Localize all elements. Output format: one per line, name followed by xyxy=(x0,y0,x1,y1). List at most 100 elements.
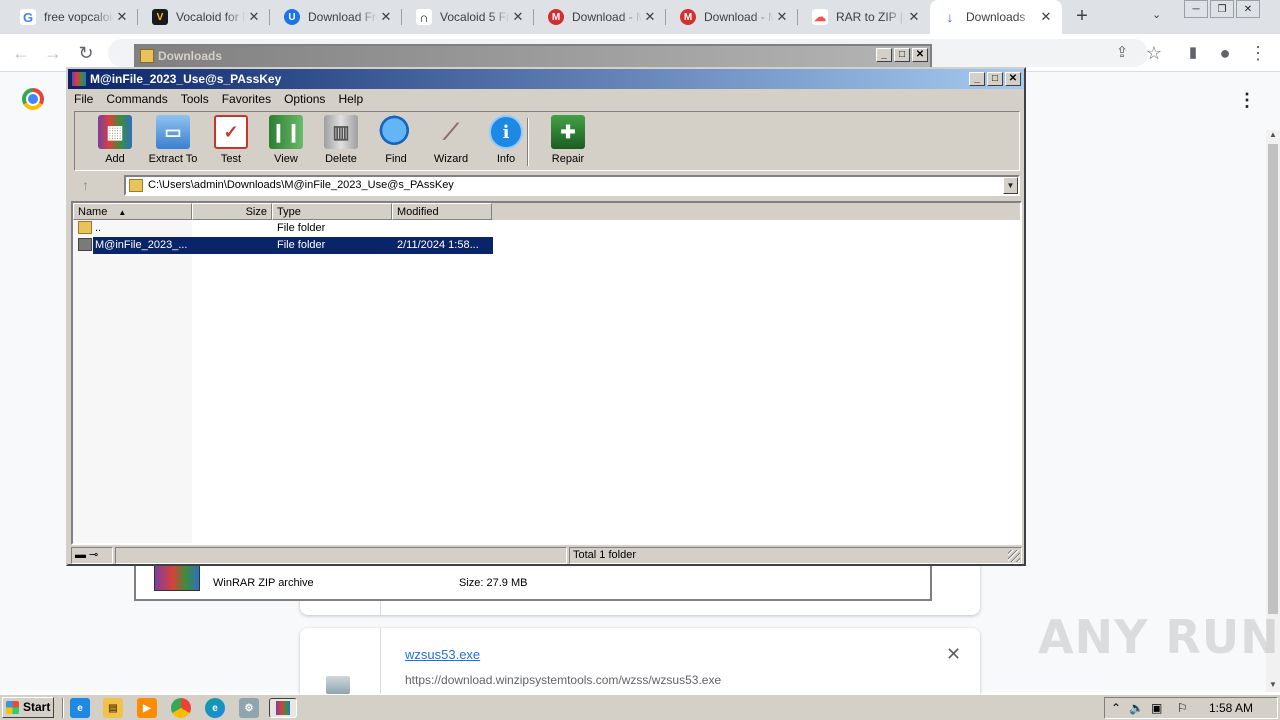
close-tab-icon[interactable]: ✕ xyxy=(906,9,922,25)
action-center-flag-icon[interactable]: ⚐ xyxy=(1177,701,1188,715)
network-icon[interactable]: ▣ xyxy=(1151,701,1162,715)
more-options-icon[interactable]: ⋮ xyxy=(1238,90,1256,111)
close-tab-icon[interactable]: ✕ xyxy=(114,9,130,25)
row-type: File folder xyxy=(277,222,326,234)
browser-tab[interactable]: ☁ RAR to ZIP | C ✕ xyxy=(800,0,930,34)
internet-explorer-icon[interactable]: e xyxy=(70,698,90,718)
scroll-up-arrow-icon[interactable]: ▲ xyxy=(1266,130,1280,142)
column-label: Name xyxy=(78,206,108,218)
tab-title: Vocaloid for PC xyxy=(176,10,246,24)
path-combobox[interactable]: C:\Users\admin\Downloads\M@inFile_2023_U… xyxy=(124,175,1020,196)
window-controls: ─ ❐ ✕ xyxy=(1182,0,1260,20)
show-hidden-icons-icon[interactable]: ⌃ xyxy=(1111,701,1121,715)
download-url: https://download.winzipsystemtools.com/w… xyxy=(405,673,722,687)
tab-search-chevron-icon[interactable]: ⌄ xyxy=(1152,8,1161,21)
close-tab-icon[interactable]: ✕ xyxy=(510,9,526,25)
chrome-menu-icon[interactable]: ⋮ xyxy=(1247,42,1269,64)
close-icon[interactable]: ✕ xyxy=(1236,0,1260,18)
close-tab-icon[interactable]: ✕ xyxy=(642,9,658,25)
toolbar-separator xyxy=(527,118,529,166)
close-icon[interactable]: ✕ xyxy=(912,48,928,62)
vocaloid-icon: V xyxy=(152,9,168,25)
close-tab-icon[interactable]: ✕ xyxy=(1038,9,1054,25)
browser-tab[interactable]: M Download - Mi ✕ xyxy=(536,0,666,34)
remove-download-icon[interactable]: ✕ xyxy=(946,644,961,665)
explorer-file-details: WinRAR ZIP archive Size: 27.9 MB xyxy=(136,565,930,599)
tool-label: View xyxy=(274,153,298,165)
media-player-icon[interactable]: ▶ xyxy=(137,698,157,718)
forward-arrow-icon[interactable]: → xyxy=(42,42,64,64)
column-header-size[interactable]: Size xyxy=(192,203,272,220)
menu-tools[interactable]: Tools xyxy=(181,92,209,106)
edge-icon[interactable]: e xyxy=(205,698,225,718)
name-column-background xyxy=(73,220,192,543)
menu-commands[interactable]: Commands xyxy=(106,92,167,106)
close-tab-icon[interactable]: ✕ xyxy=(774,9,790,25)
view-button[interactable]: ❙❙ View xyxy=(256,115,316,169)
back-arrow-icon[interactable]: ← xyxy=(10,42,32,64)
tool-label: Repair xyxy=(551,153,585,165)
tab-title: Download - Mi xyxy=(572,10,642,24)
minimize-icon[interactable]: _ xyxy=(969,72,985,86)
winrar-taskbar-button[interactable] xyxy=(269,698,297,718)
browser-tab[interactable]: M Download - Mi ✕ xyxy=(668,0,798,34)
scrollbar-thumb[interactable] xyxy=(1268,144,1278,614)
chrome-taskbar-icon[interactable] xyxy=(171,698,191,718)
reload-icon[interactable]: ↻ xyxy=(75,42,97,64)
find-button[interactable]: o Find xyxy=(366,115,426,169)
delete-button[interactable]: ▥ Delete xyxy=(311,115,371,169)
minimize-icon[interactable]: ─ xyxy=(1184,0,1208,18)
wizard-button[interactable]: ⟋ Wizard xyxy=(421,115,481,169)
minimize-icon[interactable]: _ xyxy=(876,48,892,62)
bookmark-star-icon[interactable]: ☆ xyxy=(1143,42,1165,64)
volume-icon[interactable]: 🔈 xyxy=(1129,701,1144,715)
up-folder-arrow-icon[interactable]: ↑ xyxy=(82,177,89,193)
browser-tab[interactable]: V Vocaloid for PC ✕ xyxy=(140,0,270,34)
download-filename-link[interactable]: wzsus53.exe xyxy=(405,647,480,662)
maximize-icon[interactable]: □ xyxy=(987,72,1003,86)
close-icon[interactable]: ✕ xyxy=(1005,72,1021,86)
test-button[interactable]: ✓ Test xyxy=(201,115,261,169)
new-tab-icon[interactable]: + xyxy=(1071,6,1093,28)
side-panel-icon[interactable]: ▮ xyxy=(1182,42,1204,64)
close-tab-icon[interactable]: ✕ xyxy=(378,9,394,25)
dropdown-arrow-icon[interactable]: ▼ xyxy=(1003,177,1018,194)
menu-help[interactable]: Help xyxy=(338,92,363,106)
start-button[interactable]: Start xyxy=(2,697,54,718)
browser-tab[interactable]: ∩ Vocaloid 5 Free ✕ xyxy=(404,0,534,34)
browser-tab-active[interactable]: ↓ Downloads ✕ xyxy=(930,0,1062,34)
profile-avatar-icon[interactable]: ● xyxy=(1214,42,1236,64)
maximize-icon[interactable]: □ xyxy=(894,48,910,62)
resize-grip[interactable] xyxy=(1008,550,1020,562)
browser-tab[interactable]: U Download Free ✕ xyxy=(272,0,402,34)
archive-size: Size: 27.9 MB xyxy=(459,577,528,589)
uptodown-icon: U xyxy=(284,9,300,25)
folder-icon xyxy=(140,49,154,63)
restore-icon[interactable]: ❐ xyxy=(1210,0,1234,18)
explorer-title: Downloads xyxy=(158,49,223,63)
column-header-type[interactable]: Type xyxy=(272,203,392,220)
menu-favorites[interactable]: Favorites xyxy=(222,92,271,106)
clock[interactable]: 1:58 AM xyxy=(1209,701,1253,715)
installer-icon[interactable]: ⚙ xyxy=(239,698,259,718)
row-name: M@inFile_2023_... xyxy=(95,239,188,251)
list-item-selected[interactable]: M@inFile_2023_... File folder 2/11/2024 … xyxy=(73,237,1020,254)
add-button[interactable]: ▦ Add xyxy=(85,115,145,169)
menu-file[interactable]: File xyxy=(74,92,93,106)
extract-to-button[interactable]: ▭ Extract To xyxy=(139,115,207,169)
column-header-name[interactable]: Name ▲ xyxy=(73,203,192,220)
browser-tab[interactable]: G free vopcaloid ✕ xyxy=(8,0,138,34)
share-icon[interactable]: ⇪ xyxy=(1111,42,1133,64)
column-header-modified[interactable]: Modified xyxy=(392,203,492,220)
list-item[interactable]: .. File folder xyxy=(73,220,1020,237)
menu-options[interactable]: Options xyxy=(284,92,325,106)
archive-type: WinRAR ZIP archive xyxy=(213,577,314,589)
close-tab-icon[interactable]: ✕ xyxy=(246,9,262,25)
drive-key-icons[interactable]: ▬ ⊸ xyxy=(71,547,113,564)
scroll-down-arrow-icon[interactable]: ▼ xyxy=(1266,680,1280,692)
repair-button[interactable]: ✚ Repair xyxy=(538,115,598,169)
page-scrollbar[interactable]: ▲ ▼ xyxy=(1266,130,1280,692)
taskbar-separator xyxy=(62,698,64,718)
file-explorer-icon[interactable]: ▤ xyxy=(103,698,123,718)
tool-label: Wizard xyxy=(433,153,469,165)
